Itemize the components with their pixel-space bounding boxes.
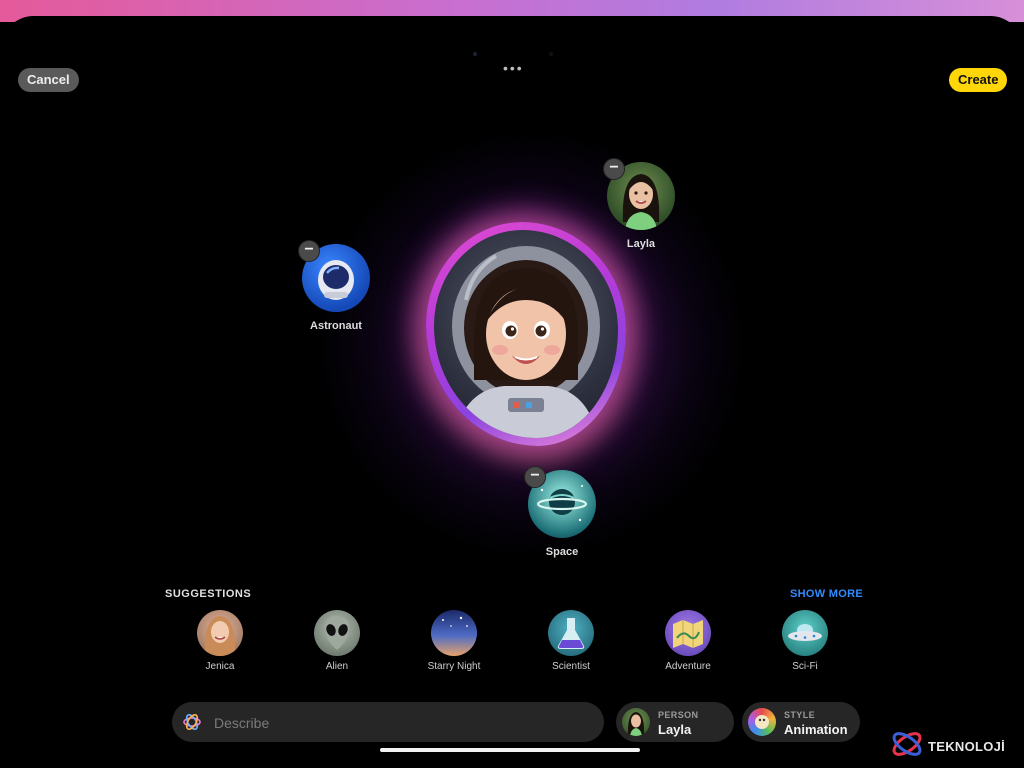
concept-label-layla: Layla bbox=[626, 238, 656, 250]
concept-label-astronaut: Astronaut bbox=[310, 320, 362, 332]
suggestion-sci-fi[interactable]: Sci-Fi bbox=[750, 610, 860, 672]
alien-icon bbox=[314, 610, 360, 656]
suggestion-label: Adventure bbox=[665, 661, 711, 672]
teknoloji-logo-icon bbox=[892, 732, 922, 756]
person-chip[interactable]: PERSON Layla bbox=[616, 702, 734, 742]
concept-label-space: Space bbox=[545, 546, 579, 558]
suggestion-scientist[interactable]: Scientist bbox=[516, 610, 626, 672]
style-chip-value: Animation bbox=[784, 722, 848, 737]
person-chip-value: Layla bbox=[658, 722, 692, 737]
watermark-text: TEKNOLOJİ bbox=[928, 739, 1006, 754]
suggestion-alien[interactable]: Alien bbox=[282, 610, 392, 672]
watermark: TEKNOLOJİ bbox=[888, 726, 1005, 762]
cancel-button[interactable]: Cancel bbox=[18, 68, 79, 92]
suggestion-starry-night[interactable]: Starry Night bbox=[399, 610, 509, 672]
remove-astronaut-button[interactable]: − bbox=[298, 240, 320, 262]
suggestion-label: Scientist bbox=[552, 661, 590, 672]
suggestion-label: Jenica bbox=[205, 661, 235, 672]
suggestion-label: Sci-Fi bbox=[792, 661, 818, 672]
map-icon bbox=[665, 610, 711, 656]
generated-image-astronaut bbox=[434, 230, 618, 438]
starry-night-icon bbox=[431, 610, 477, 656]
create-button[interactable]: Create bbox=[949, 68, 1008, 92]
suggestion-label: Starry Night bbox=[427, 661, 481, 672]
remove-layla-button[interactable]: − bbox=[603, 158, 625, 180]
home-indicator[interactable] bbox=[380, 748, 640, 752]
camera-sensor-icon bbox=[473, 52, 477, 56]
astronaut-avatar-icon bbox=[452, 246, 600, 438]
suggestion-adventure[interactable]: Adventure bbox=[633, 610, 743, 672]
remove-space-button[interactable]: − bbox=[524, 466, 546, 488]
person-chip-key: PERSON bbox=[658, 710, 699, 720]
describe-field[interactable] bbox=[172, 702, 604, 744]
flask-icon bbox=[548, 610, 594, 656]
suggestions-heading: SUGGESTIONS bbox=[165, 588, 252, 600]
animation-style-icon bbox=[748, 708, 776, 736]
more-options-icon[interactable]: ••• bbox=[503, 60, 524, 76]
sensor-dot-icon bbox=[549, 52, 553, 56]
ufo-icon bbox=[782, 610, 828, 656]
person-photo-jenica-icon bbox=[197, 610, 243, 656]
suggestion-label: Alien bbox=[325, 661, 349, 672]
suggestion-jenica[interactable]: Jenica bbox=[165, 610, 275, 672]
show-more-link[interactable]: SHOW MORE bbox=[790, 588, 863, 600]
style-chip-key: STYLE bbox=[784, 710, 816, 720]
style-chip[interactable]: STYLE Animation bbox=[742, 702, 860, 742]
playground-sparkle-icon bbox=[183, 713, 201, 731]
person-photo-layla-icon bbox=[622, 708, 650, 736]
describe-input[interactable] bbox=[212, 702, 596, 744]
